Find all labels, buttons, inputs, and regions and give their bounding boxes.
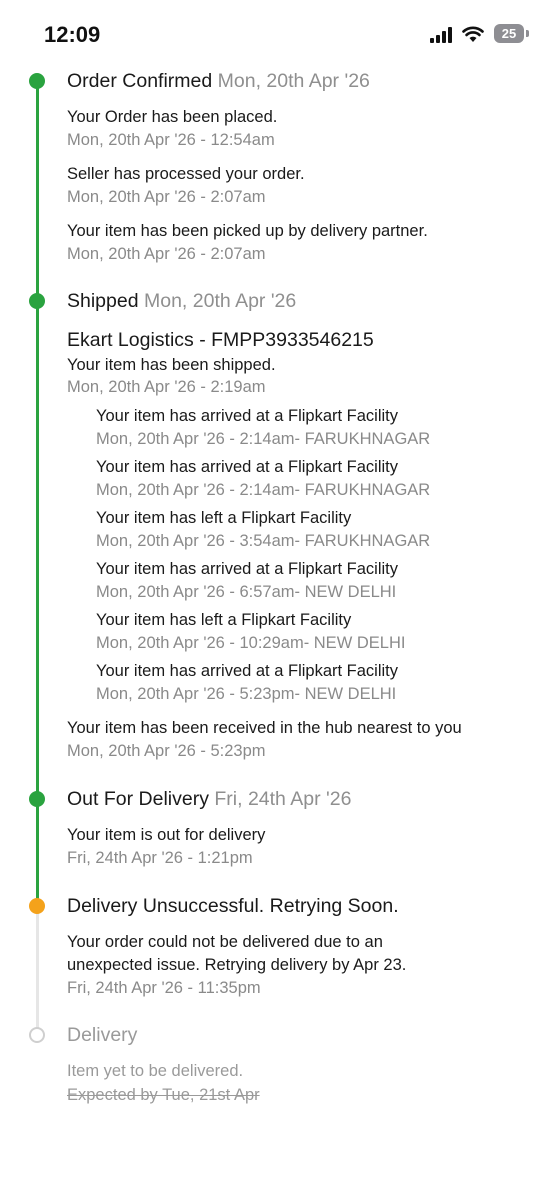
sub-event-time: Mon, 20th Apr '26 - 2:14am- FARUKHNAGAR xyxy=(96,481,431,499)
status-dot-out-for-delivery xyxy=(29,791,45,807)
event-text: Your item has been received in the hub n… xyxy=(67,719,462,737)
order-confirmed-title: Order Confirmed xyxy=(67,70,213,92)
shipped-date: Mon, 20th Apr '26 xyxy=(144,290,297,312)
event-time: Mon, 20th Apr '26 - 2:19am xyxy=(67,378,266,396)
event-time: Fri, 24th Apr '26 - 1:21pm xyxy=(67,849,253,867)
sub-event-text: Your item has left a Flipkart Facility xyxy=(96,611,352,629)
event-time: Mon, 20th Apr '26 - 2:07am xyxy=(67,245,266,263)
out-for-delivery-date: Fri, 24th Apr '26 xyxy=(214,788,352,810)
sub-event-text: Your item has arrived at a Flipkart Faci… xyxy=(96,458,399,476)
shipped-heading: Shipped Mon, 20th Apr '26 xyxy=(67,290,296,313)
clock: 12:09 xyxy=(44,22,101,47)
expected-delivery-date: Expected by Tue, 21st Apr xyxy=(67,1086,260,1104)
sub-event-time: Mon, 20th Apr '26 - 5:23pm- NEW DELHI xyxy=(96,685,397,703)
out-for-delivery-title: Out For Delivery xyxy=(67,788,209,810)
event-text: Your item has been picked up by delivery… xyxy=(67,222,428,240)
event-text: Your item has been shipped. xyxy=(67,356,276,374)
event-time: Mon, 20th Apr '26 - 12:54am xyxy=(67,131,275,149)
courier-tracking-id: Ekart Logistics - FMPP3933546215 xyxy=(67,329,374,351)
timeline-line-pending xyxy=(36,912,39,1032)
sub-event-time: Mon, 20th Apr '26 - 3:54am- FARUKHNAGAR xyxy=(96,532,431,550)
event-time: Mon, 20th Apr '26 - 2:07am xyxy=(67,188,266,206)
event-time: Fri, 24th Apr '26 - 11:35pm xyxy=(67,979,261,997)
status-dot-shipped xyxy=(29,293,45,309)
out-for-delivery-heading: Out For Delivery Fri, 24th Apr '26 xyxy=(67,788,351,811)
status-dot-order-confirmed xyxy=(29,73,45,89)
sub-event-text: Your item has arrived at a Flipkart Faci… xyxy=(96,560,399,578)
event-text: Seller has processed your order. xyxy=(67,165,305,183)
event-text: Your Order has been placed. xyxy=(67,108,278,126)
wifi-icon xyxy=(462,26,484,42)
sub-event-text: Your item has arrived at a Flipkart Faci… xyxy=(96,407,399,425)
unsuccessful-message-line2: unexpected issue. Retrying delivery by A… xyxy=(67,956,407,974)
shipped-title: Shipped xyxy=(67,290,139,312)
timeline-line-done xyxy=(36,82,39,908)
status-bar: 12:09 25 xyxy=(0,0,555,64)
status-dot-delivery xyxy=(29,1027,45,1043)
event-time: Mon, 20th Apr '26 - 5:23pm xyxy=(67,742,266,760)
sub-event-time: Mon, 20th Apr '26 - 10:29am- NEW DELHI xyxy=(96,634,406,652)
battery-icon: 25 xyxy=(494,24,524,43)
battery-tip xyxy=(526,30,529,37)
sub-event-text: Your item has arrived at a Flipkart Faci… xyxy=(96,662,399,680)
order-confirmed-date: Mon, 20th Apr '26 xyxy=(217,70,370,92)
delivery-heading: Delivery xyxy=(67,1024,138,1046)
cellular-signal-icon xyxy=(430,27,452,43)
order-confirmed-heading: Order Confirmed Mon, 20th Apr '26 xyxy=(67,70,370,93)
sub-event-time: Mon, 20th Apr '26 - 6:57am- NEW DELHI xyxy=(96,583,397,601)
status-dot-unsuccessful xyxy=(29,898,45,914)
sub-event-text: Your item has left a Flipkart Facility xyxy=(96,509,352,527)
event-text: Your item is out for delivery xyxy=(67,826,266,844)
delivery-note: Item yet to be delivered. xyxy=(67,1062,244,1080)
unsuccessful-heading: Delivery Unsuccessful. Retrying Soon. xyxy=(67,895,399,917)
unsuccessful-message-line1: Your order could not be delivered due to… xyxy=(67,933,383,951)
sub-event-time: Mon, 20th Apr '26 - 2:14am- FARUKHNAGAR xyxy=(96,430,431,448)
